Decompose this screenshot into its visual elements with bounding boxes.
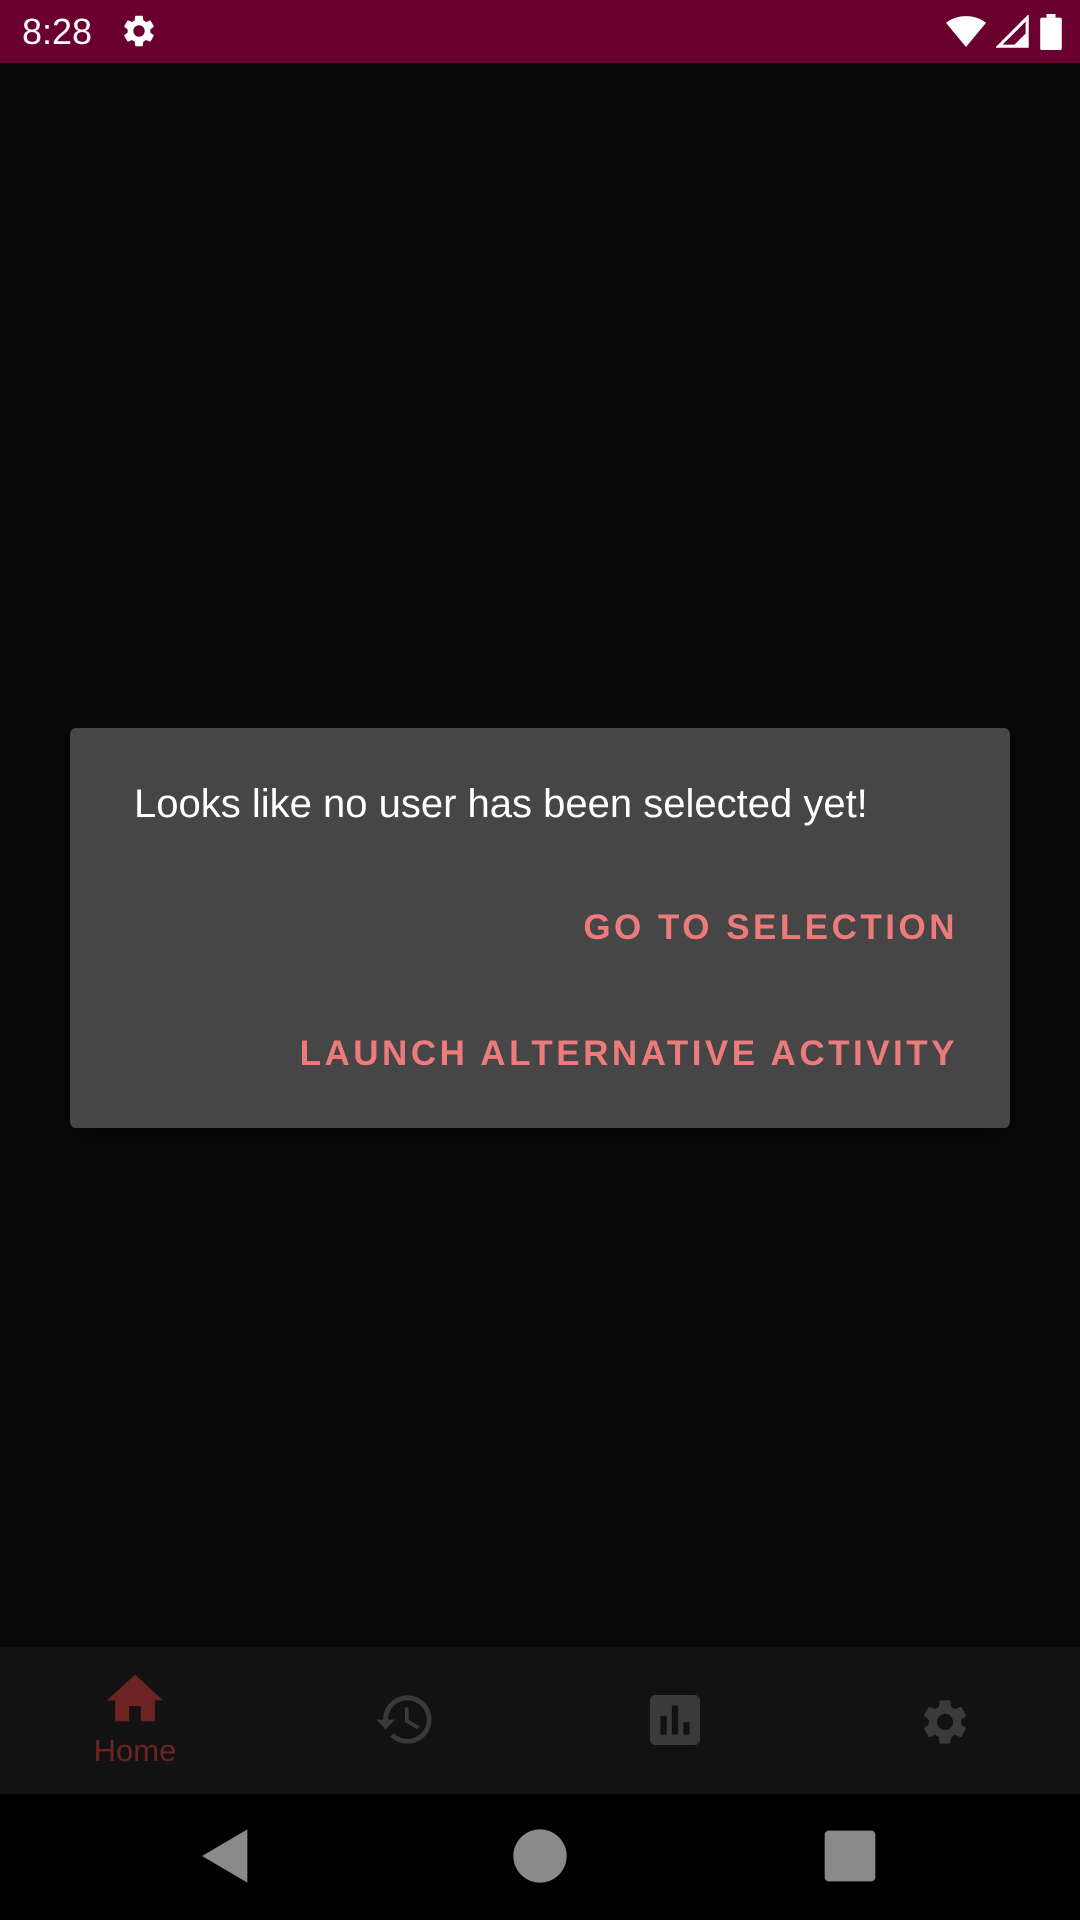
nav-item-settings[interactable] (810, 1647, 1080, 1794)
dialog-message: Looks like no user has been selected yet… (134, 782, 868, 826)
screen: 8:28 Looks like no user has been selecte… (0, 0, 1080, 1920)
signal-icon (996, 15, 1030, 49)
home-icon (107, 1673, 163, 1728)
system-navigation-bar (0, 1794, 1080, 1920)
nav-label-home: Home (93, 1733, 177, 1768)
status-bar: 8:28 (0, 0, 1080, 63)
nav-item-home[interactable]: Home (0, 1647, 270, 1794)
settings-icon (918, 1695, 972, 1754)
history-icon (376, 1695, 434, 1754)
wifi-icon (946, 15, 986, 49)
nav-item-statistics[interactable] (540, 1647, 810, 1794)
back-icon[interactable] (194, 1824, 258, 1888)
status-icons (946, 12, 1062, 52)
status-time: 8:28 (22, 11, 93, 52)
recents-icon[interactable] (818, 1824, 882, 1888)
bar-chart-icon (650, 1695, 700, 1750)
battery-icon (1040, 14, 1062, 50)
home-circle-icon[interactable] (508, 1824, 572, 1888)
go-to-selection-button[interactable]: GO TO SELECTION (583, 888, 958, 968)
launch-alternative-activity-button[interactable]: LAUNCH ALTERNATIVE ACTIVITY (300, 1014, 958, 1094)
no-user-dialog: Looks like no user has been selected yet… (70, 728, 1010, 1128)
bottom-navigation: Home (0, 1647, 1080, 1794)
nav-item-history[interactable] (270, 1647, 540, 1794)
gear-icon (120, 12, 158, 50)
